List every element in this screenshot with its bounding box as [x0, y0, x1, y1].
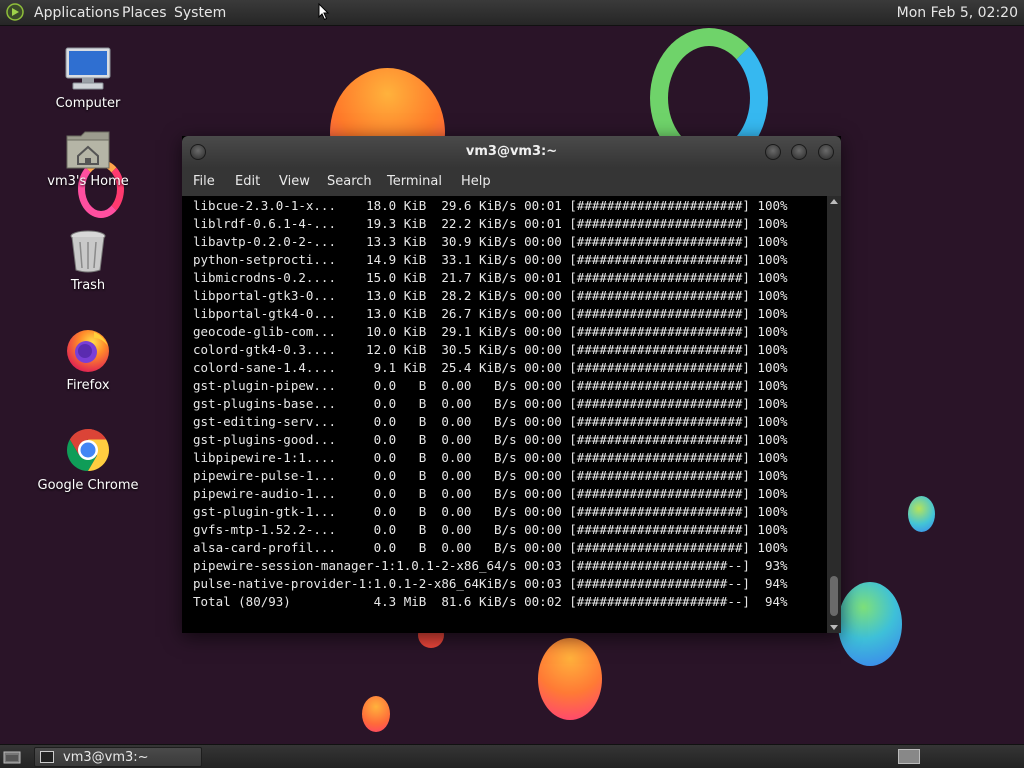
taskbar-item-terminal[interactable]: vm3@vm3:~ — [34, 747, 202, 767]
desktop: Applications Places System Mon Feb 5, 02… — [0, 0, 1024, 768]
terminal-line: pulse-native-provider-1:1.0.1-2-x86_64Ki… — [193, 576, 788, 591]
mouse-pointer-icon — [318, 3, 330, 21]
terminal-line: gvfs-mtp-1.52.2-... 0.0 B 0.00 B/s 00:00… — [193, 522, 788, 537]
desktop-icon-label: Computer — [55, 96, 121, 111]
terminal-window[interactable]: vm3@vm3:~ File Edit View Search Terminal… — [182, 136, 841, 633]
workspace-switcher[interactable] — [898, 749, 920, 764]
computer-icon — [65, 47, 111, 90]
wallpaper-orange-egg — [538, 638, 602, 720]
wallpaper-orange-small-egg — [362, 696, 390, 732]
bottom-panel: vm3@vm3:~ — [0, 744, 1024, 768]
window-menu-icon[interactable] — [190, 144, 206, 160]
desktop-icon-chrome[interactable]: Google Chrome — [28, 426, 148, 493]
desktop-icon-trash[interactable]: Trash — [28, 228, 148, 293]
window-title: vm3@vm3:~ — [465, 144, 558, 159]
terminal-icon — [40, 751, 54, 763]
terminal-line: liblrdf-0.6.1-4-... 19.3 KiB 22.2 KiB/s … — [193, 216, 788, 231]
desktop-icon-computer[interactable]: Computer — [28, 46, 148, 111]
desktop-icon-label: vm3's Home — [47, 174, 129, 189]
desktop-icon-label: Firefox — [66, 378, 110, 393]
applications-menu[interactable]: Applications — [34, 4, 120, 22]
terminal-line: libpipewire-1:1.... 0.0 B 0.00 B/s 00:00… — [193, 450, 788, 465]
desktop-icon-firefox[interactable]: Firefox — [28, 326, 148, 393]
top-panel: Applications Places System Mon Feb 5, 02… — [0, 0, 1024, 26]
terminal-line: geocode-glib-com... 10.0 KiB 29.1 KiB/s … — [193, 324, 788, 339]
terminal-line: colord-sane-1.4.... 9.1 KiB 25.4 KiB/s 0… — [193, 360, 788, 375]
terminal-menubar: File Edit View Search Terminal Help — [182, 168, 841, 196]
menu-help[interactable]: Help — [461, 174, 491, 189]
wallpaper-blue-small-egg — [908, 496, 935, 532]
home-folder-icon — [66, 131, 110, 169]
desktop-icon-home[interactable]: vm3's Home — [28, 128, 148, 189]
terminal-line: libportal-gtk4-0... 13.0 KiB 26.7 KiB/s … — [193, 306, 788, 321]
clock[interactable]: Mon Feb 5, 02:20 — [897, 4, 1018, 22]
terminal-line: gst-plugins-base... 0.0 B 0.00 B/s 00:00… — [193, 396, 788, 411]
scrollbar-thumb[interactable] — [830, 576, 838, 616]
taskbar-item-label: vm3@vm3:~ — [63, 750, 149, 765]
menu-view[interactable]: View — [279, 174, 310, 189]
distro-logo-icon[interactable] — [6, 3, 24, 21]
desktop-icon-label: Google Chrome — [37, 478, 139, 493]
terminal-line: libportal-gtk3-0... 13.0 KiB 28.2 KiB/s … — [193, 288, 788, 303]
terminal-line: Total (80/93) 4.3 MiB 81.6 KiB/s 00:02 [… — [193, 594, 788, 609]
terminal-line: pipewire-pulse-1... 0.0 B 0.00 B/s 00:00… — [193, 468, 788, 483]
close-icon[interactable] — [818, 144, 834, 160]
show-desktop-icon[interactable] — [3, 748, 21, 766]
terminal-line: gst-plugins-good... 0.0 B 0.00 B/s 00:00… — [193, 432, 788, 447]
terminal-line: gst-editing-serv... 0.0 B 0.00 B/s 00:00… — [193, 414, 788, 429]
scroll-up-icon[interactable] — [830, 199, 838, 204]
firefox-icon — [67, 330, 109, 372]
terminal-line: pipewire-audio-1... 0.0 B 0.00 B/s 00:00… — [193, 486, 788, 501]
desktop-icon-label: Trash — [70, 278, 106, 293]
menu-terminal[interactable]: Terminal — [387, 174, 442, 189]
terminal-line: libcue-2.3.0-1-x... 18.0 KiB 29.6 KiB/s … — [193, 198, 788, 213]
terminal-line: colord-gtk4-0.3.... 12.0 KiB 30.5 KiB/s … — [193, 342, 788, 357]
terminal-line: gst-plugin-gtk-1... 0.0 B 0.00 B/s 00:00… — [193, 504, 788, 519]
terminal-line: libavtp-0.2.0-2-... 13.3 KiB 30.9 KiB/s … — [193, 234, 788, 249]
minimize-icon[interactable] — [765, 144, 781, 160]
wallpaper-blue-egg — [838, 582, 902, 666]
scroll-down-icon[interactable] — [830, 625, 838, 630]
terminal-line: libmicrodns-0.2.... 15.0 KiB 21.7 KiB/s … — [193, 270, 788, 285]
menu-file[interactable]: File — [193, 174, 215, 189]
menu-edit[interactable]: Edit — [235, 174, 260, 189]
trash-icon — [70, 230, 106, 273]
menu-search[interactable]: Search — [327, 174, 372, 189]
terminal-line: alsa-card-profil... 0.0 B 0.00 B/s 00:00… — [193, 540, 788, 555]
chrome-icon — [66, 429, 110, 471]
maximize-icon[interactable] — [791, 144, 807, 160]
terminal-line: gst-plugin-pipew... 0.0 B 0.00 B/s 00:00… — [193, 378, 788, 393]
terminal-line: pipewire-session-manager-1:1.0.1-2-x86_6… — [193, 558, 788, 573]
terminal-line: python-setprocti... 14.9 KiB 33.1 KiB/s … — [193, 252, 788, 267]
terminal-titlebar[interactable]: vm3@vm3:~ — [182, 136, 841, 168]
terminal-scrollbar[interactable] — [827, 196, 841, 633]
places-menu[interactable]: Places — [122, 4, 167, 22]
system-menu[interactable]: System — [174, 4, 226, 22]
terminal-output[interactable]: libcue-2.3.0-1-x... 18.0 KiB 29.6 KiB/s … — [182, 196, 827, 633]
